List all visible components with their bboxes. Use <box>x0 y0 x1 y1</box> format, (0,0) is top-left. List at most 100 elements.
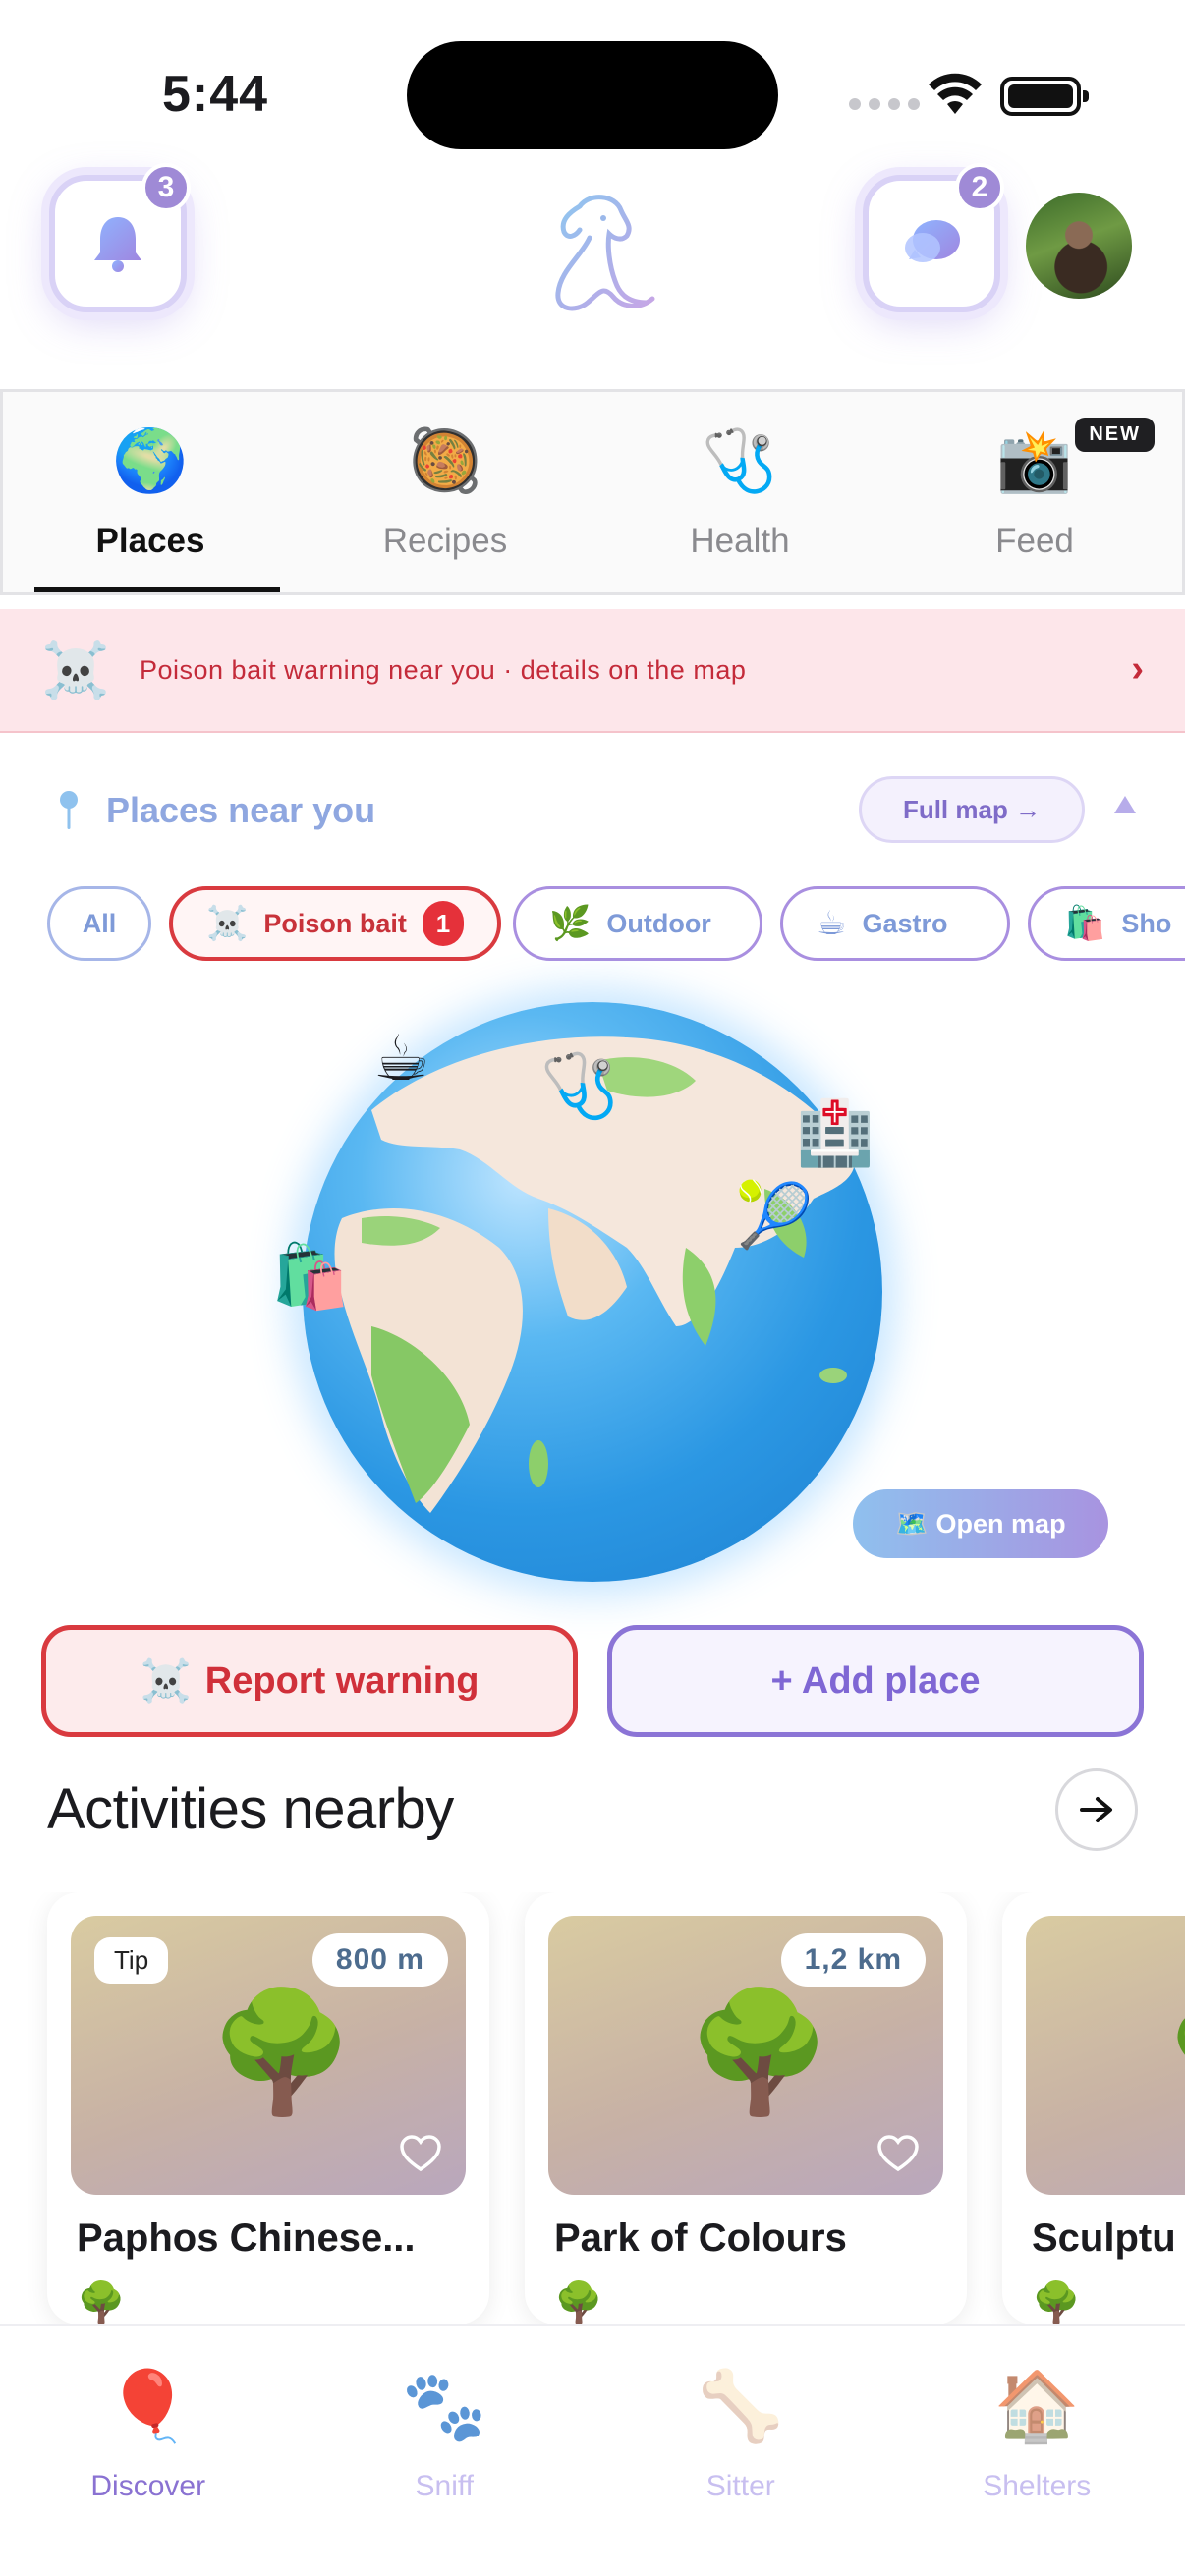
places-header: Places near you Full map → <box>0 776 1185 847</box>
activities-title: Activities nearby <box>47 1777 454 1841</box>
distance-badge: 1,2 km <box>780 1933 926 1987</box>
chip-label: Poison bait <box>263 908 407 938</box>
report-warning-button[interactable]: ☠️ Report warning <box>41 1625 578 1737</box>
activity-title: Park of Colours <box>554 2216 847 2260</box>
user-avatar[interactable] <box>1026 193 1132 299</box>
tab-places[interactable]: 🌍 Places <box>3 392 298 592</box>
tree-icon: 🌳 <box>1163 1985 1185 2122</box>
chip-gastro[interactable]: ☕ Gastro <box>780 886 1010 961</box>
tab-label: Places <box>95 522 205 560</box>
chip-label: Outdoor <box>606 908 711 938</box>
nav-shelters[interactable]: 🏠 Shelters <box>889 2326 1185 2576</box>
nav-label: Shelters <box>983 2470 1092 2502</box>
tree-icon: 🌳 <box>208 1987 356 2118</box>
activity-image: 🌳 1,2 km <box>548 1916 943 2195</box>
activity-card[interactable]: 🌳 Sculptu 🌳 <box>1002 1892 1185 2324</box>
activity-title: Paphos Chinese... <box>77 2216 416 2260</box>
status-bar: 5:44 <box>0 0 1185 149</box>
tip-badge: Tip <box>94 1937 169 1984</box>
paw-prints-icon: 🐾 <box>401 2368 487 2444</box>
tree-icon: 🌳 <box>1032 2281 1081 2324</box>
tree-icon: 🌳 <box>77 2281 126 2324</box>
messages-count-badge: 2 <box>955 163 1004 212</box>
activities-carousel: 🌳 Tip 800 m Paphos Chinese... 🌳 🌳 1,2 km… <box>0 1892 1185 2324</box>
status-time: 5:44 <box>162 66 269 123</box>
activity-image: 🌳 Tip 800 m <box>71 1916 466 2195</box>
nav-discover[interactable]: 🎈 Discover <box>0 2326 297 2576</box>
hot-air-balloon-icon: 🎈 <box>105 2368 192 2444</box>
nav-label: Sniff <box>415 2470 475 2502</box>
tree-icon: 🌳 <box>554 2281 603 2324</box>
shopping-bags-icon: 🛍️ <box>1064 905 1106 942</box>
activity-card[interactable]: 🌳 1,2 km Park of Colours 🌳 <box>525 1892 967 2324</box>
category-tabs: 🌍 Places 🥘 Recipes 🩺 Health 📸 Feed NEW <box>0 389 1185 595</box>
add-place-button[interactable]: + Add place <box>607 1625 1144 1737</box>
messages-button[interactable]: 2 <box>863 163 1004 312</box>
chip-label: Sho <box>1121 908 1172 938</box>
house-icon: 🏠 <box>993 2368 1080 2444</box>
activity-title: Sculptu <box>1032 2216 1176 2260</box>
places-globe[interactable]: ☕ 🩺 🏥 🎾 🛍️ <box>271 982 904 1611</box>
tab-label: Feed <box>995 522 1074 560</box>
warning-text: Poison bait warning near you · details o… <box>140 654 747 685</box>
new-badge: NEW <box>1075 418 1155 452</box>
bottom-navigation: 🎈 Discover 🐾 Sniff 🦴 Sitter 🏠 Shelters <box>0 2324 1185 2576</box>
chip-all[interactable]: All <box>47 886 151 961</box>
wifi-icon <box>929 73 982 114</box>
poison-warning-banner[interactable]: ☠️ Poison bait warning near you · detail… <box>0 609 1185 733</box>
hospital-marker-icon[interactable]: 🏥 <box>796 1096 875 1170</box>
stethoscope-icon: 🩺 <box>702 427 778 495</box>
globe-icon: 🌍 <box>112 427 189 495</box>
location-pin-icon <box>60 791 78 829</box>
activity-image: 🌳 <box>1026 1916 1185 2195</box>
tree-icon: 🌳 <box>686 1987 833 2118</box>
chip-label: Gastro <box>862 908 948 938</box>
nav-sitter[interactable]: 🦴 Sitter <box>592 2326 889 2576</box>
tab-health[interactable]: 🩺 Health <box>592 392 887 592</box>
open-map-button[interactable]: 🗺️ Open map <box>853 1489 1108 1558</box>
see-all-activities-button[interactable] <box>1055 1768 1138 1851</box>
filter-chips: All ☠️ Poison bait 1 🌿 Outdoor ☕ Gastro … <box>47 886 1185 965</box>
tab-label: Recipes <box>382 522 508 560</box>
battery-icon <box>1000 77 1089 116</box>
notifications-count-badge: 3 <box>141 163 191 212</box>
skull-icon: ☠️ <box>41 639 110 700</box>
nav-sniff[interactable]: 🐾 Sniff <box>297 2326 593 2576</box>
camera-flash-icon: 📸 <box>996 427 1073 495</box>
distance-badge: 800 m <box>311 1933 448 1987</box>
cellular-signal-icon <box>849 98 920 110</box>
skull-icon: ☠️ <box>140 1656 192 1704</box>
heart-icon[interactable] <box>399 2134 442 2173</box>
chip-outdoor[interactable]: 🌿 Outdoor <box>513 886 762 961</box>
skull-icon: ☠️ <box>206 905 249 942</box>
chip-label: All <box>82 908 117 938</box>
chevron-right-icon: › <box>1131 648 1144 690</box>
tab-feed[interactable]: 📸 Feed NEW <box>887 392 1182 592</box>
app-logo-dog <box>555 195 655 311</box>
report-warning-label: Report warning <box>204 1659 480 1702</box>
coffee-icon: ☕ <box>817 905 847 942</box>
tab-label: Health <box>690 522 790 560</box>
coffee-marker-icon[interactable]: ☕ <box>373 1022 429 1095</box>
collapse-triangle-icon[interactable] <box>1114 796 1136 813</box>
nav-label: Discover <box>90 2470 206 2502</box>
chip-poison-bait[interactable]: ☠️ Poison bait 1 <box>169 886 501 961</box>
bell-icon <box>94 217 141 272</box>
nav-label: Sitter <box>705 2470 775 2502</box>
activity-card[interactable]: 🌳 Tip 800 m Paphos Chinese... 🌳 <box>47 1892 489 2324</box>
tennis-ball-marker-icon[interactable]: 🎾 <box>735 1179 814 1253</box>
tab-recipes[interactable]: 🥘 Recipes <box>298 392 592 592</box>
shopping-bags-marker-icon[interactable]: 🛍️ <box>271 1240 350 1314</box>
dynamic-island <box>407 41 778 149</box>
arrow-right-icon <box>1080 1797 1112 1822</box>
cooking-pot-icon: 🥘 <box>407 427 483 495</box>
heart-icon[interactable] <box>876 2134 920 2173</box>
chip-shop[interactable]: 🛍️ Sho <box>1028 886 1185 961</box>
full-map-button[interactable]: Full map → <box>859 776 1085 843</box>
stethoscope-marker-icon[interactable]: 🩺 <box>540 1049 619 1123</box>
herb-icon: 🌿 <box>549 905 592 942</box>
places-title: Places near you <box>106 790 376 830</box>
notifications-button[interactable]: 3 <box>49 163 191 312</box>
bone-icon: 🦴 <box>698 2368 784 2444</box>
chip-count-badge: 1 <box>422 901 464 946</box>
